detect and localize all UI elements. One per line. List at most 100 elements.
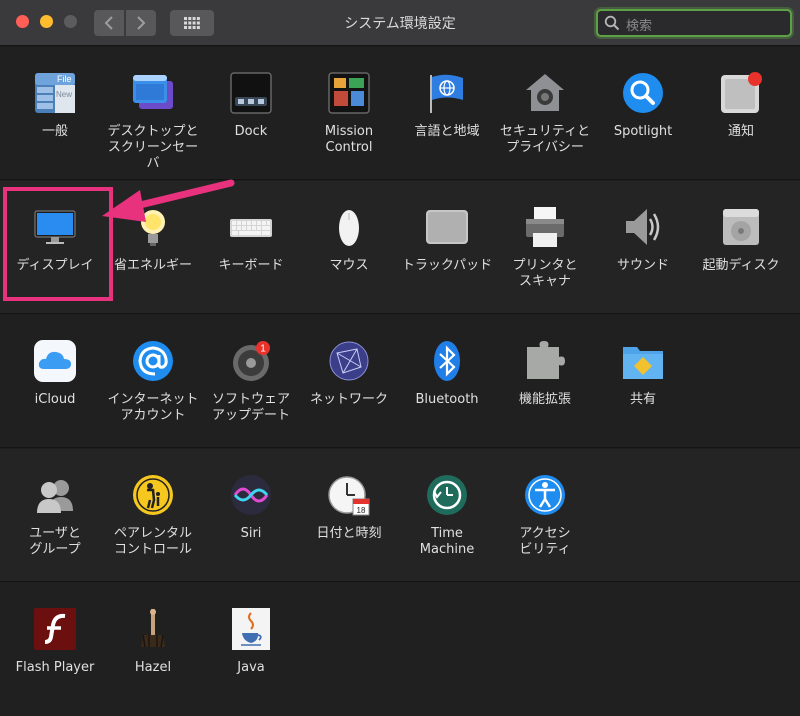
window-title: システム環境設定 [344, 16, 456, 32]
pane-startup-disk[interactable]: 起動ディスク [692, 181, 790, 311]
mouse-icon [339, 210, 359, 246]
pane-label: iCloud [34, 392, 76, 407]
pane-software-update[interactable]: 1 ソフトウェア アップデート [202, 315, 300, 445]
pane-label: キーボード [218, 258, 284, 273]
pane-label: 省エネルギー [113, 258, 192, 273]
pane-desktop-screensaver[interactable]: デスクトップと スクリーンセーバ [104, 47, 202, 177]
pane-label: 起動ディスク [702, 258, 780, 273]
pane-row-1: File New 一般 デスクトップと スクリーンセーバ Dock Missio… [0, 47, 800, 180]
pane-label: Dock [234, 124, 268, 139]
startup-disk-icon [723, 209, 759, 245]
pane-label: Bluetooth [415, 392, 479, 407]
pane-internet-accounts[interactable]: インターネット アカウント [104, 315, 202, 445]
pane-hazel[interactable]: Hazel [104, 583, 202, 713]
internet-accounts-icon [133, 341, 173, 381]
pane-accessibility[interactable]: アクセシ ビリティ [496, 449, 594, 579]
java-icon [232, 608, 270, 650]
pane-users-groups[interactable]: ユーザと グループ [6, 449, 104, 579]
pane-label: トラックパッド [401, 258, 493, 273]
flash-player-icon [34, 608, 76, 650]
pane-dock[interactable]: Dock [202, 47, 300, 177]
pane-flash-player[interactable]: Flash Player [6, 583, 104, 713]
users-groups-icon [37, 480, 73, 513]
chevron-right-icon [137, 16, 146, 30]
pane-label: Mission Control [324, 124, 374, 155]
pane-label: Spotlight [613, 124, 673, 139]
pane-label: アクセシ ビリティ [519, 526, 571, 557]
pane-label: ネットワーク [309, 392, 388, 407]
pane-label: ソフトウェア アップデート [211, 392, 290, 423]
pane-trackpad[interactable]: トラックパッド [398, 181, 496, 311]
pane-label: デスクトップと スクリーンセーバ [107, 124, 199, 171]
pane-security-privacy[interactable]: セキュリティと プライバシー [496, 47, 594, 177]
calendar-day-text: 18 [357, 506, 366, 515]
pane-language-region[interactable]: 言語と地域 [398, 47, 496, 177]
pane-label: サウンド [616, 258, 669, 273]
accessibility-icon [525, 475, 565, 515]
pane-sharing[interactable]: 共有 [594, 315, 692, 445]
mission-control-icon [328, 72, 370, 114]
general-icon-new-text: New [56, 90, 72, 99]
sound-icon [626, 209, 660, 245]
pane-parental-controls[interactable]: ペアレンタル コントロール [104, 449, 202, 579]
search-field[interactable]: 検索 [596, 9, 792, 37]
pane-printer-scanner[interactable]: プリンタと スキャナ [496, 181, 594, 311]
sharing-icon [623, 347, 663, 379]
pane-date-time[interactable]: 18 日付と時刻 [300, 449, 398, 579]
pane-label: 共有 [629, 392, 656, 407]
pane-mouse[interactable]: マウス [300, 181, 398, 311]
dock-icon [230, 72, 272, 114]
printer-scanner-icon [526, 207, 564, 247]
pane-label: 日付と時刻 [316, 526, 382, 541]
pane-siri[interactable]: Siri [202, 449, 300, 579]
spotlight-icon [623, 73, 663, 113]
pane-label: Time Machine [419, 526, 475, 557]
pane-sound[interactable]: サウンド [594, 181, 692, 311]
back-button[interactable] [94, 10, 124, 36]
desktop-screensaver-icon [133, 75, 173, 109]
pane-spotlight[interactable]: Spotlight [594, 47, 692, 177]
pane-time-machine[interactable]: Time Machine [398, 449, 496, 579]
hazel-icon [141, 609, 165, 648]
pane-icloud[interactable]: iCloud [6, 315, 104, 445]
pane-label: 一般 [41, 124, 68, 139]
pane-mission-control[interactable]: Mission Control [300, 47, 398, 177]
pane-row-3: iCloud インターネット アカウント 1 ソフトウェア アップデート ネット… [0, 315, 800, 448]
time-machine-icon [427, 475, 467, 515]
pane-label: Siri [240, 526, 262, 541]
pane-label: 機能拡張 [518, 392, 571, 407]
network-icon [329, 341, 369, 381]
pane-label: Java [237, 660, 265, 675]
extensions-icon [527, 341, 565, 379]
general-icon-file-text: File [57, 74, 72, 84]
search-placeholder: 検索 [626, 19, 653, 34]
icloud-icon [34, 340, 76, 382]
language-region-icon [430, 74, 463, 113]
pane-label: 通知 [727, 124, 754, 139]
pane-bluetooth[interactable]: Bluetooth [398, 315, 496, 445]
pane-notifications[interactable]: 通知 [692, 47, 790, 177]
notifications-icon [721, 72, 762, 113]
pane-label: インターネット アカウント [107, 392, 199, 423]
pane-network[interactable]: ネットワーク [300, 315, 398, 445]
trackpad-icon [426, 210, 468, 244]
pane-label: ユーザと グループ [29, 526, 81, 557]
pane-label: ペアレンタル コントロール [113, 526, 192, 557]
search-icon [604, 15, 620, 31]
pointer-arrow-icon [102, 179, 235, 222]
grid-icon [184, 17, 200, 29]
general-icon: File New [35, 73, 75, 113]
forward-button[interactable] [126, 10, 156, 36]
pane-java[interactable]: Java [202, 583, 300, 713]
software-update-icon: 1 [233, 341, 270, 381]
pane-row-5: Flash Player Hazel Java [0, 583, 800, 716]
pane-label: マウス [329, 258, 369, 273]
security-privacy-icon [526, 74, 564, 111]
chevron-left-icon [104, 16, 113, 30]
pane-extensions[interactable]: 機能拡張 [496, 315, 594, 445]
show-all-button[interactable] [170, 10, 214, 36]
close-window-button[interactable] [16, 15, 29, 28]
pane-general[interactable]: File New 一般 [6, 47, 104, 177]
minimize-window-button[interactable] [40, 15, 53, 28]
zoom-window-button[interactable] [64, 15, 77, 28]
